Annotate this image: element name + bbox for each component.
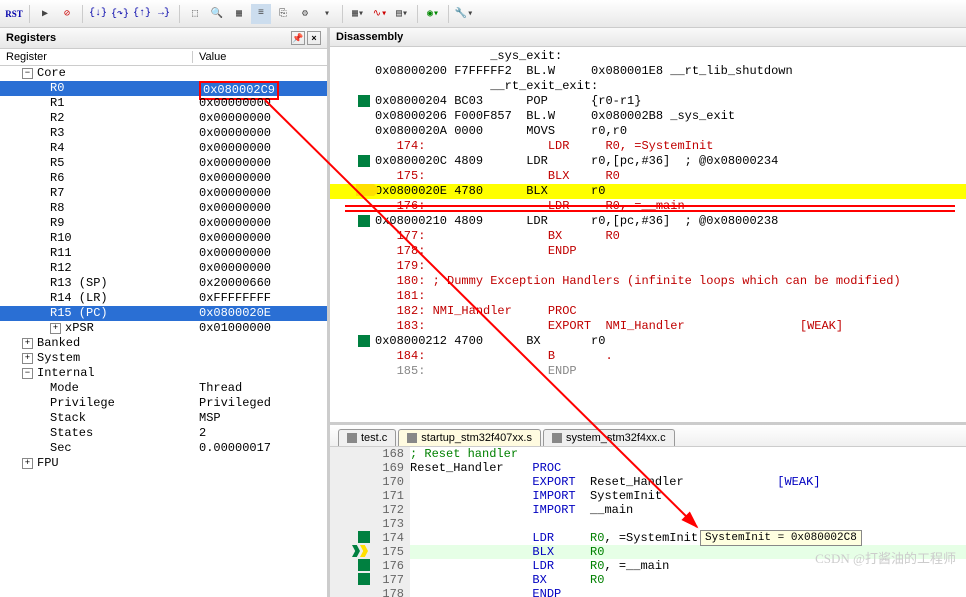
tb-icon-10[interactable]: ▤▾ — [392, 4, 412, 24]
register-row[interactable]: −Internal — [0, 366, 327, 381]
source-line[interactable]: 177 BX R0 — [330, 573, 966, 587]
disasm-line[interactable]: 180: ; Dummy Exception Handlers (infinit… — [330, 274, 966, 289]
watermark: CSDN @打酱油的工程师 — [815, 548, 956, 567]
register-row[interactable]: StackMSP — [0, 411, 327, 426]
register-row[interactable]: R70x00000000 — [0, 186, 327, 201]
disasm-line[interactable]: 182: NMI_Handler PROC — [330, 304, 966, 319]
disassembly-title: Disassembly — [336, 31, 403, 43]
disasm-line[interactable]: 0x0800020E 4780 BLX r0 — [330, 184, 966, 199]
run-icon[interactable]: ▶ — [35, 4, 55, 24]
source-line[interactable]: 173 — [330, 517, 966, 531]
register-row[interactable]: R100x00000000 — [0, 231, 327, 246]
source-line[interactable]: 174 LDR R0, =SystemInit — [330, 531, 966, 545]
register-row[interactable]: R80x00000000 — [0, 201, 327, 216]
register-row[interactable]: +FPU — [0, 456, 327, 471]
register-row[interactable]: R40x00000000 — [0, 141, 327, 156]
source-view[interactable]: 168; Reset handler169Reset_Handler PROC1… — [330, 447, 966, 597]
register-row[interactable]: R50x00000000 — [0, 156, 327, 171]
source-tab[interactable]: test.c — [338, 429, 396, 446]
step-over-icon[interactable]: {↷} — [110, 4, 130, 24]
register-row[interactable]: +System — [0, 351, 327, 366]
disasm-line[interactable]: 179: — [330, 259, 966, 274]
tooltip: SystemInit = 0x080002C8 — [700, 530, 862, 546]
tb-icon-12[interactable]: 🔧▾ — [454, 4, 474, 24]
register-row[interactable]: −Core — [0, 66, 327, 81]
source-line[interactable]: 170 EXPORT Reset_Handler [WEAK] — [330, 475, 966, 489]
disasm-line[interactable]: 185: ENDP — [330, 364, 966, 379]
tb-icon-4[interactable]: ≡ — [251, 4, 271, 24]
register-row[interactable]: R00x080002C9 — [0, 81, 327, 96]
source-tabs: test.cstartup_stm32f407xx.ssystem_stm32f… — [330, 425, 966, 447]
disasm-line[interactable]: 184: B . — [330, 349, 966, 364]
register-row[interactable]: R90x00000000 — [0, 216, 327, 231]
register-row[interactable]: R60x00000000 — [0, 171, 327, 186]
disasm-line[interactable]: 176: LDR R0, =__main — [330, 199, 966, 214]
disasm-line[interactable]: __rt_exit_exit: — [330, 79, 966, 94]
disasm-line[interactable]: _sys_exit: — [330, 49, 966, 64]
disasm-line[interactable]: 0x0800020C 4809 LDR r0,[pc,#36] ; @0x080… — [330, 154, 966, 169]
register-row[interactable]: PrivilegePrivileged — [0, 396, 327, 411]
register-row[interactable]: R14 (LR)0xFFFFFFFF — [0, 291, 327, 306]
tb-icon-9[interactable]: ∿▾ — [370, 4, 390, 24]
source-line[interactable]: 171 IMPORT SystemInit — [330, 489, 966, 503]
stop-icon[interactable]: ⊘ — [57, 4, 77, 24]
disasm-line[interactable]: 181: — [330, 289, 966, 304]
register-row[interactable]: R30x00000000 — [0, 126, 327, 141]
disasm-line[interactable]: 183: EXPORT NMI_Handler [WEAK] — [330, 319, 966, 334]
disasm-line[interactable]: 174: LDR R0, =SystemInit — [330, 139, 966, 154]
disassembly-view[interactable]: _sys_exit:0x08000200 F7FFFFF2 BL.W 0x080… — [330, 47, 966, 422]
disasm-line[interactable]: 0x08000210 4809 LDR r0,[pc,#36] ; @0x080… — [330, 214, 966, 229]
disasm-line[interactable]: 0x0800020A 0000 MOVS r0,r0 — [330, 124, 966, 139]
disasm-line[interactable]: 0x08000206 F000F857 BL.W 0x080002B8 _sys… — [330, 109, 966, 124]
tb-icon-5[interactable]: ⎘ — [273, 4, 293, 24]
disasm-line[interactable]: 0x08000212 4700 BX r0 — [330, 334, 966, 349]
step-out-icon[interactable]: {↑} — [132, 4, 152, 24]
tb-icon-3[interactable]: ▦ — [229, 4, 249, 24]
register-row[interactable]: R20x00000000 — [0, 111, 327, 126]
register-row[interactable]: R10x00000000 — [0, 96, 327, 111]
registers-title: Registers — [6, 32, 56, 44]
register-row[interactable]: R13 (SP)0x20000660 — [0, 276, 327, 291]
source-tab[interactable]: system_stm32f4xx.c — [543, 429, 675, 446]
source-line[interactable]: 168; Reset handler — [330, 447, 966, 461]
disasm-line[interactable]: 0x08000200 F7FFFFF2 BL.W 0x080001E8 __rt… — [330, 64, 966, 79]
registers-panel: Registers 📌 × Register Value −CoreR00x08… — [0, 28, 330, 597]
register-row[interactable]: R110x00000000 — [0, 246, 327, 261]
reset-button[interactable]: RST — [4, 4, 24, 24]
register-columns: Register Value — [0, 49, 327, 66]
source-line[interactable]: 178 ENDP — [330, 587, 966, 597]
register-row[interactable]: +xPSR0x01000000 — [0, 321, 327, 336]
source-line[interactable]: 172 IMPORT __main — [330, 503, 966, 517]
register-row[interactable]: +Banked — [0, 336, 327, 351]
disasm-line[interactable]: 177: BX R0 — [330, 229, 966, 244]
pin-icon[interactable]: 📌 — [291, 31, 305, 45]
register-tree[interactable]: −CoreR00x080002C9R10x00000000R20x0000000… — [0, 66, 327, 597]
tb-icon-11[interactable]: ◉▾ — [423, 4, 443, 24]
tb-icon-6[interactable]: ⚙ — [295, 4, 315, 24]
source-tab[interactable]: startup_stm32f407xx.s — [398, 429, 541, 446]
register-row[interactable]: Sec0.00000017 — [0, 441, 327, 456]
close-icon[interactable]: × — [307, 31, 321, 45]
disasm-line[interactable]: 178: ENDP — [330, 244, 966, 259]
tb-icon-1[interactable]: ⬚ — [185, 4, 205, 24]
register-row[interactable]: States2 — [0, 426, 327, 441]
step-in-icon[interactable]: {↓} — [88, 4, 108, 24]
disasm-line[interactable]: 0x08000204 BC03 POP {r0-r1} — [330, 94, 966, 109]
disasm-line[interactable]: 175: BLX R0 — [330, 169, 966, 184]
run-to-icon[interactable]: →} — [154, 4, 174, 24]
register-row[interactable]: R120x00000000 — [0, 261, 327, 276]
source-line[interactable]: 169Reset_Handler PROC — [330, 461, 966, 475]
tb-icon-7[interactable]: ▾ — [317, 4, 337, 24]
register-row[interactable]: R15 (PC)0x0800020E — [0, 306, 327, 321]
col-value: Value — [193, 51, 327, 63]
tb-icon-8[interactable]: ▦▾ — [348, 4, 368, 24]
tb-icon-2[interactable]: 🔍 — [207, 4, 227, 24]
main-toolbar: RST ▶ ⊘ {↓} {↷} {↑} →} ⬚ 🔍 ▦ ≡ ⎘ ⚙ ▾ ▦▾ … — [0, 0, 966, 28]
register-row[interactable]: ModeThread — [0, 381, 327, 396]
col-register: Register — [0, 51, 193, 63]
